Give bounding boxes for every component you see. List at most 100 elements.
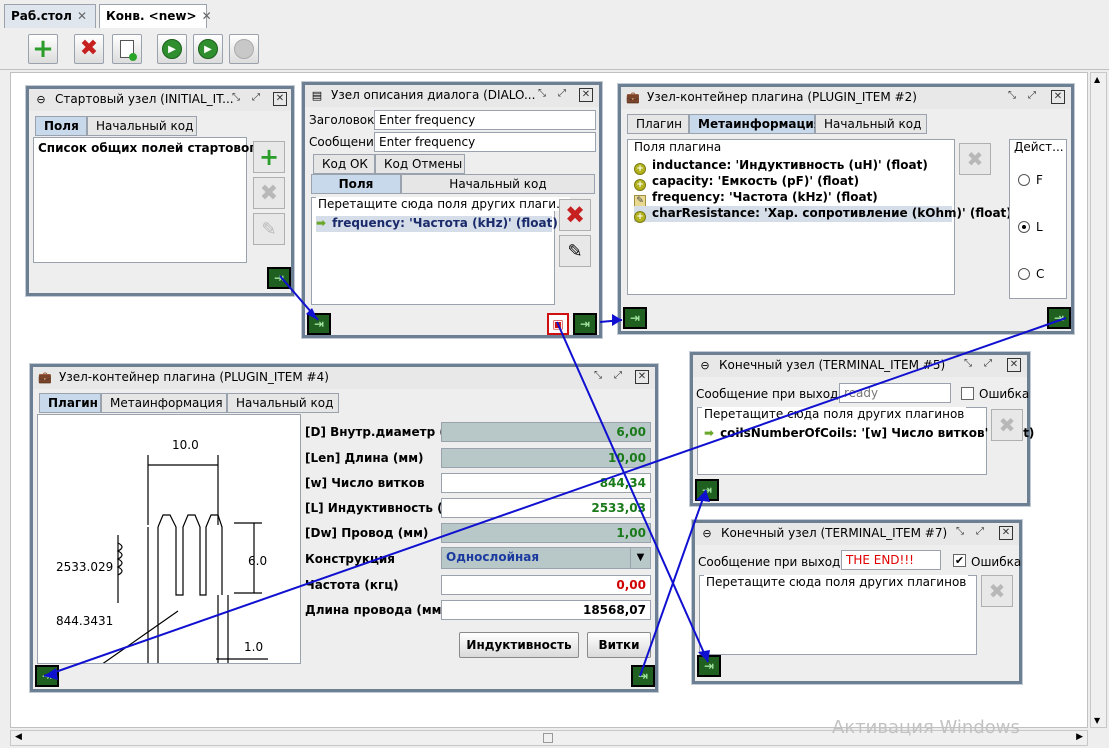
scroll-thumb[interactable] [543,733,553,743]
document-button[interactable] [112,34,142,64]
delete-node-button[interactable]: ✖ [74,34,104,64]
list-item[interactable]: ➡ frequency: 'Частота (kHz)' (float) [316,216,558,232]
vertical-scrollbar[interactable]: ▲ ▼ [1090,72,1107,728]
list-item[interactable]: + charResistance: 'Хар. сопротивление (kO… [634,206,1012,223]
wire-length-field[interactable]: 18568,07 [441,600,651,620]
close-icon[interactable]: ✕ [202,9,212,23]
minimize-icon[interactable]: ⤡ [591,370,605,384]
scroll-right-icon[interactable]: ▶ [1076,732,1083,742]
exit-message-input[interactable]: ready [839,383,951,403]
plugin-fields-group[interactable]: Поля плагина + inductance: 'Индуктивность… [627,139,1012,295]
delete-field-button[interactable]: ✖ [559,199,591,231]
cancel-connector[interactable]: ▣ [547,313,569,335]
initial-node[interactable]: ⊖ Стартовый узел (INITIAL_IT... ⤡ ⤢ ✕ По… [26,86,294,296]
close-icon[interactable]: ✕ [273,92,287,106]
node-title[interactable]: ⊖ Конечный узел (TERMINAL_ITEM #7) [695,523,1019,545]
turns-field[interactable]: 844,34 [441,473,651,493]
close-icon[interactable]: ✕ [999,526,1013,540]
edit-field-button[interactable]: ✎ [559,235,591,267]
inductance-button[interactable]: Индуктивность [459,632,579,658]
minimize-icon[interactable]: ⤡ [953,526,967,540]
tab-metainfo[interactable]: Метаинформация [689,114,822,134]
frequency-field[interactable]: 0,00 [441,575,651,595]
fields-list[interactable]: Список общих полей стартового ... [33,137,282,263]
output-connector[interactable]: ⇥ [267,267,291,289]
scroll-down-icon[interactable]: ▼ [1094,716,1100,725]
close-icon[interactable]: ✕ [635,370,649,384]
scroll-up-icon[interactable]: ▲ [1094,75,1100,84]
input-connector[interactable]: ⇥ [697,655,721,677]
tab-code-cancel[interactable]: Код Отмены [375,154,465,174]
delete-field-button[interactable]: ✖ [981,575,1013,607]
tab-desktop[interactable]: Раб.стол ✕ [4,4,96,28]
terminal-node-5[interactable]: ⊖ Конечный узел (TERMINAL_ITEM #5) ⤡ ⤢ ✕… [690,352,1034,506]
add-field-button[interactable]: + [253,141,285,173]
dialog-fields-group[interactable]: Перетащите сюда поля других плаги... ➡ fr… [311,197,570,305]
close-icon[interactable]: ✕ [77,9,87,23]
node-title[interactable]: ⊖ Конечный узел (TERMINAL_ITEM #5) [693,355,1027,377]
minimize-icon[interactable]: ⤡ [229,92,243,106]
run-step-button[interactable]: ▶ [193,34,223,64]
inner-diameter-field[interactable]: 6,00 [441,422,651,442]
radio-l[interactable] [1018,221,1030,233]
length-field[interactable]: 10,00 [441,448,651,468]
tab-plugin[interactable]: Плагин [627,114,689,134]
plugin-node-2[interactable]: 💼 Узел-контейнер плагина (PLUGIN_ITEM #2… [618,84,1074,334]
tab-metainfo[interactable]: Метаинформация [101,393,227,413]
tab-initial-code[interactable]: Начальный код [227,393,339,413]
tab-initial-code[interactable]: Начальный код [815,114,927,134]
input-connector[interactable]: ⇥ [623,307,647,329]
tab-fields[interactable]: Поля [35,116,87,136]
maximize-icon[interactable]: ⤢ [611,370,625,384]
exit-message-input[interactable]: THE END!!! [841,550,941,570]
maximize-icon[interactable]: ⤢ [973,526,987,540]
dialog-node[interactable]: ▤ Узел описания диалога (DIALO... ⤡ ⤢ ✕ … [302,82,602,338]
maximize-icon[interactable]: ⤢ [555,88,569,102]
tab-conveyor[interactable]: Конв. <new> ✕ [99,4,212,28]
list-item[interactable]: ➡ coilsNumberOfCoils: '[w] Число витков' … [704,426,1034,442]
radio-c[interactable] [1018,268,1030,280]
tab-plugin[interactable]: Плагин [39,393,101,413]
maximize-icon[interactable]: ⤢ [249,92,263,106]
minimize-icon[interactable]: ⤡ [535,88,549,102]
maximize-icon[interactable]: ⤢ [1025,90,1039,104]
output-connector[interactable]: ⇥ [631,665,655,687]
stop-button[interactable] [229,34,259,64]
tab-code-ok[interactable]: Код ОК [313,154,375,174]
output-connector[interactable]: ⇥ [1047,307,1071,329]
minimize-icon[interactable]: ⤡ [1005,90,1019,104]
list-item[interactable]: + inductance: 'Индуктивность (uH)' (float… [634,158,928,175]
run-button[interactable]: ▶ [157,34,187,64]
node-title[interactable]: 💼 Узел-контейнер плагина (PLUGIN_ITEM #4… [33,367,655,389]
close-icon[interactable]: ✕ [1007,358,1021,372]
plugin-node-4[interactable]: 💼 Узел-контейнер плагина (PLUGIN_ITEM #4… [30,364,658,692]
delete-field-button[interactable]: ✖ [959,143,991,175]
terminal-node-7[interactable]: ⊖ Конечный узел (TERMINAL_ITEM #7) ⤡ ⤢ ✕… [692,520,1022,684]
maximize-icon[interactable]: ⤢ [981,358,995,372]
terminal-fields-group[interactable]: Перетащите сюда поля других плагинов ➡ co… [697,407,1034,475]
edit-field-button[interactable]: ✎ [253,213,285,245]
inductance-field[interactable]: 2533,03 [441,498,651,518]
terminal-fields-group[interactable]: Перетащите сюда поля других плагинов [699,575,977,655]
message-input[interactable]: Enter frequency [374,132,596,152]
error-checkbox[interactable]: ✔ [953,554,966,567]
tab-initial-code[interactable]: Начальный код [401,174,595,194]
close-icon[interactable]: ✕ [579,88,593,102]
input-connector[interactable]: ⇥ [307,313,331,335]
add-node-button[interactable]: + [28,34,58,64]
wire-field[interactable]: 1,00 [441,523,651,543]
radio-f[interactable] [1018,174,1030,186]
minimize-icon[interactable]: ⤡ [961,358,975,372]
input-connector[interactable]: ⇥ [695,479,719,501]
close-icon[interactable]: ✕ [1051,90,1065,104]
scroll-left-icon[interactable]: ◀ [15,732,22,742]
list-item[interactable]: ✎ frequency: 'Частота (kHz)' (float) [634,190,878,207]
header-input[interactable]: Enter frequency [374,110,596,130]
node-title[interactable]: 💼 Узел-контейнер плагина (PLUGIN_ITEM #2… [621,87,1071,109]
input-connector[interactable]: ⇥ [35,665,59,687]
output-connector[interactable]: ⇥ [573,313,597,335]
delete-field-button[interactable]: ✖ [253,177,285,209]
construction-select[interactable]: Однослойная ▼ [441,547,651,569]
delete-field-button[interactable]: ✖ [991,409,1023,441]
tab-initial-code[interactable]: Начальный код [87,116,197,136]
